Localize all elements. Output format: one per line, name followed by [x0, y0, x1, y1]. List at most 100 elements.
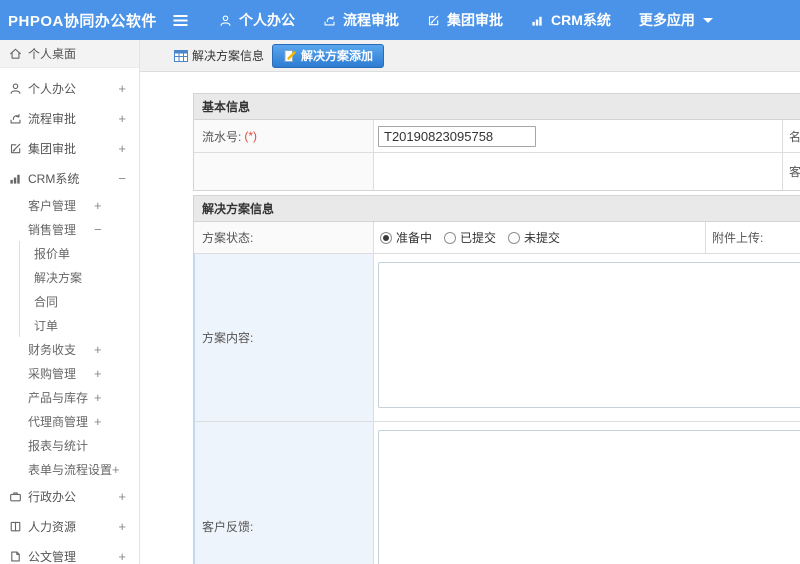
sidebar-item[interactable]: 集团审批 + [0, 133, 139, 163]
sidebar-item[interactable]: CRM系统 − [0, 163, 139, 193]
section-header-basic: 基本信息 [194, 94, 800, 120]
feedback-label: 客户反馈: [194, 422, 374, 564]
sidebar-item[interactable]: 销售管理 − [0, 217, 139, 241]
doc-icon [9, 550, 22, 563]
radio-icon[interactable] [508, 231, 521, 244]
sidebar-item-label: 人力资源 [28, 519, 77, 534]
topnav-item[interactable]: 集团审批 [427, 10, 503, 30]
status-label: 方案状态: [194, 222, 374, 253]
sidebar-item[interactable]: 人力资源 + [0, 511, 139, 541]
topnav-item[interactable]: CRM系统 [531, 10, 611, 30]
hamburger-menu-icon[interactable] [172, 14, 189, 27]
topnav-item[interactable]: 个人办公 [219, 10, 295, 30]
edit-icon [9, 142, 22, 155]
sidebar-item-label: 个人办公 [28, 81, 77, 96]
process-icon [323, 14, 336, 27]
sidebar-item[interactable]: 产品与库存 + [0, 385, 139, 409]
plus-icon[interactable]: + [118, 81, 126, 96]
form-area: 基本信息 流水号: (*) 名称 客户 [140, 72, 800, 564]
status-radio-label: 已提交 [460, 231, 497, 245]
sidebar-item[interactable]: 行政办公 + [0, 481, 139, 511]
sidebar-item[interactable]: 采购管理 + [0, 361, 139, 385]
sidebar-item[interactable]: 报价单 [0, 241, 139, 265]
attachment-label: 附件上传: [706, 222, 800, 253]
book-icon [9, 520, 22, 533]
sidebar-item[interactable]: 财务收支 + [0, 337, 139, 361]
plus-icon[interactable]: + [94, 390, 102, 405]
content-row: 方案内容: [194, 253, 800, 421]
tab-solution-add-button[interactable]: 解决方案添加 [272, 43, 385, 68]
plus-icon[interactable]: + [94, 198, 102, 213]
sidebar-item[interactable]: 代理商管理 + [0, 409, 139, 433]
sidebar-item[interactable]: 公文管理 + [0, 541, 139, 564]
sidebar-item-label: 订单 [34, 318, 59, 333]
content-textarea[interactable] [378, 262, 800, 408]
plus-icon[interactable]: + [118, 141, 126, 156]
plus-icon[interactable]: + [118, 489, 126, 504]
sidebar-item[interactable]: 流程审批 + [0, 103, 139, 133]
topbar: PHPOA协同办公软件 个人办公 流程审批 集团审批 CRM系统 更多应用 [0, 0, 800, 40]
serial-label-text: 流水号: [202, 129, 242, 144]
radio-selected-icon[interactable] [380, 231, 392, 244]
plus-icon[interactable]: + [118, 549, 126, 564]
briefcase-icon [9, 490, 22, 503]
customer-label: 客户 [783, 153, 800, 190]
sidebar-item-label: 销售管理 [28, 222, 77, 237]
status-radio-option[interactable]: 未提交 [508, 229, 560, 246]
topnav-item-label: 集团审批 [447, 12, 503, 28]
radio-icon[interactable] [444, 231, 457, 244]
customer-row: 客户 [194, 152, 800, 190]
sidebar-item-label: 行政办公 [28, 489, 77, 504]
status-radio-option[interactable]: 已提交 [444, 229, 496, 246]
person-icon [219, 14, 232, 27]
sidebar-item[interactable]: 订单 [0, 313, 139, 337]
sidebar-item-label: 流程审批 [28, 111, 77, 126]
empty-value-cell [374, 153, 783, 190]
chart-icon [531, 14, 544, 27]
sidebar-item-label: 代理商管理 [28, 414, 89, 429]
sidebar-item-label: 解决方案 [34, 270, 83, 285]
content-cell [374, 254, 800, 421]
sidebar-item[interactable]: 客户管理 + [0, 193, 139, 217]
status-row: 方案状态: 准备中 已提交 未提交 附件上传: [194, 222, 800, 253]
tab-bar: 解决方案信息 解决方案添加 [140, 40, 800, 72]
tab-solution-info[interactable]: 解决方案信息 [174, 47, 264, 64]
feedback-textarea[interactable] [378, 430, 800, 564]
plus-icon[interactable]: + [94, 342, 102, 357]
sidebar-item-label: CRM系统 [28, 171, 80, 186]
sidebar-item[interactable]: 个人桌面 [0, 40, 139, 68]
topnav-item[interactable]: 流程审批 [323, 10, 399, 30]
plus-icon[interactable]: + [118, 519, 126, 534]
minus-icon[interactable]: − [118, 171, 126, 186]
tab-solution-info-label: 解决方案信息 [192, 49, 265, 63]
app-root: PHPOA协同办公软件 个人办公 流程审批 集团审批 CRM系统 更多应用 个人桌面 个人… [0, 0, 800, 564]
plus-icon[interactable]: + [94, 414, 102, 429]
topnav-item-label: 更多应用 [638, 12, 695, 28]
basic-info-table: 基本信息 流水号: (*) 名称 客户 [193, 93, 800, 191]
sidebar-item[interactable]: 合同 [0, 289, 139, 313]
plus-icon[interactable]: + [94, 366, 102, 381]
section-header-solution: 解决方案信息 [194, 196, 800, 222]
sidebar-item-label: 产品与库存 [28, 390, 89, 405]
sidebar-item-label: 集团审批 [28, 141, 77, 156]
serial-input[interactable] [378, 125, 536, 147]
sidebar-item-label: 采购管理 [28, 366, 77, 381]
sidebar-item[interactable]: 个人办公 + [0, 73, 139, 103]
topnav-item-label: CRM系统 [551, 12, 611, 28]
plus-icon[interactable]: + [112, 462, 120, 477]
sidebar-item[interactable]: 表单与流程设置 + [0, 457, 139, 481]
name-label: 名称 [783, 120, 800, 152]
status-radio-label: 准备中 [396, 231, 433, 245]
sidebar-item[interactable]: 解决方案 [0, 265, 139, 289]
minus-icon[interactable]: − [94, 222, 102, 237]
sidebar-item-label: 财务收支 [28, 342, 77, 357]
app-logo: PHPOA协同办公软件 [8, 12, 157, 30]
table-icon [174, 49, 188, 62]
content-area: 解决方案信息 解决方案添加 基本信息 流水号: (*) T20190823095… [140, 40, 800, 564]
plus-icon[interactable]: + [118, 111, 126, 126]
status-radio-option[interactable]: 准备中 [380, 229, 432, 246]
home-icon [9, 47, 22, 60]
sidebar-item[interactable]: 报表与统计 [0, 433, 139, 457]
add-edit-icon [283, 49, 297, 63]
topnav-item[interactable]: 更多应用 [639, 10, 713, 30]
